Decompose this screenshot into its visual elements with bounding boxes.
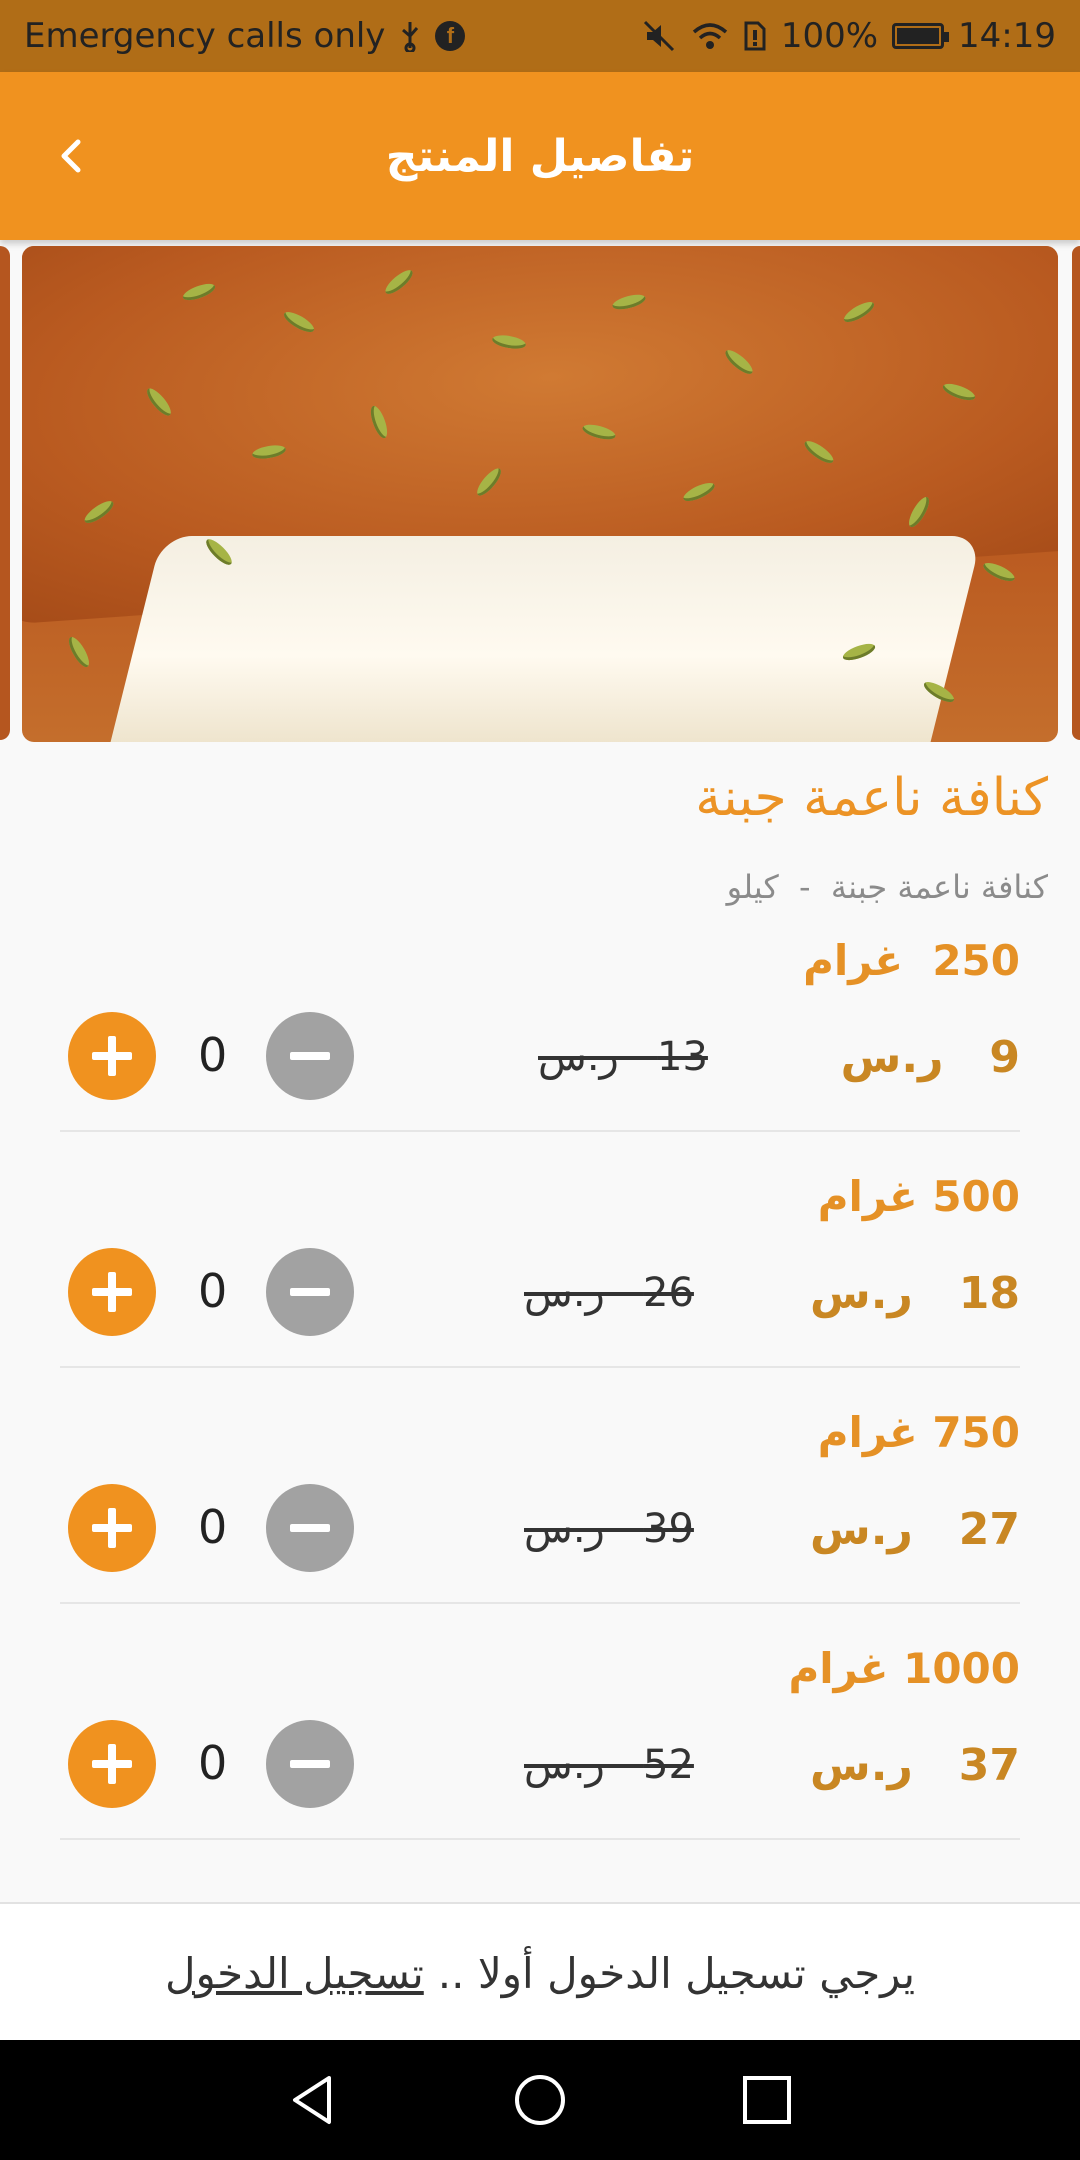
product-title: كنافة ناعمة جبنة [695,768,1048,828]
option-weight: 250 غرام [803,936,1020,985]
home-circle-icon [514,2075,565,2125]
facebook-icon: f [435,21,466,51]
option-price-now: 37 ر.س [810,1740,1020,1791]
recents-square-icon [742,2076,791,2124]
carrier-text: Emergency calls only [24,16,386,56]
weight-option: 500 غرام 18 ر.س 26 ر.س 0 [60,1166,1020,1368]
weight-option: 250 غرام 9 ر.س 13 ر.س 0 [60,930,1020,1132]
app-bar: تفاصيل المنتج [0,72,1080,240]
option-weight: 1000 غرام [788,1644,1020,1693]
minus-icon [290,1288,330,1296]
battery-percent: 100% [780,16,879,56]
plus-icon [92,1272,132,1312]
option-price-old: 26 ر.س [524,1270,694,1316]
chevron-left-icon [61,139,81,173]
decrease-quantity-button[interactable] [266,1248,354,1336]
option-divider [60,1602,1020,1604]
back-button[interactable] [40,124,104,188]
login-link[interactable]: تسجيل الدخول [165,1949,424,1998]
option-price-old: 13 ر.س [538,1034,708,1080]
option-weight: 500 غرام [817,1172,1020,1221]
option-price-old: 39 ر.س [524,1506,694,1552]
plus-icon [92,1744,132,1784]
back-triangle-icon [293,2076,332,2124]
status-right: 100% 14:19 [643,16,1056,56]
product-subtitle: كنافة ناعمة جبنة - كيلو [726,868,1048,906]
system-nav-bar [0,2040,1080,2160]
option-price-now: 9 ر.س [840,1032,1020,1083]
decrease-quantity-button[interactable] [266,1012,354,1100]
nav-recents-button[interactable] [727,2060,807,2140]
option-divider [60,1838,1020,1840]
carousel-prev-peek[interactable] [0,246,10,740]
option-divider [60,1130,1020,1132]
sim-icon [743,20,767,52]
weight-option: 1000 غرام 37 ر.س 52 ر.س 0 [60,1638,1020,1840]
quantity-value: 0 [198,1028,228,1082]
option-weight: 750 غرام [817,1408,1020,1457]
wifi-icon [691,20,729,52]
nav-home-button[interactable] [500,2060,580,2140]
increase-quantity-button[interactable] [68,1248,156,1336]
minus-icon [290,1524,330,1532]
plus-icon [92,1508,132,1548]
option-divider [60,1366,1020,1368]
increase-quantity-button[interactable] [68,1720,156,1808]
clock: 14:19 [958,16,1056,56]
usb-icon [399,20,421,52]
battery-icon [892,23,950,49]
login-prompt-text: يرجي تسجيل الدخول أولا .. [437,1948,916,1998]
increase-quantity-button[interactable] [68,1484,156,1572]
login-prompt-bar: يرجي تسجيل الدخول أولا .. تسجيل الدخول [0,1902,1080,2042]
nav-back-button[interactable] [273,2060,353,2140]
minus-icon [290,1760,330,1768]
quantity-value: 0 [198,1264,228,1318]
carousel-next-peek[interactable] [1072,246,1080,740]
option-price-old: 52 ر.س [524,1742,694,1788]
page-title: تفاصيل المنتج [385,130,695,182]
minus-icon [290,1052,330,1060]
increase-quantity-button[interactable] [68,1012,156,1100]
product-image-carousel[interactable] [0,244,1080,744]
product-image [22,246,1058,742]
status-left: Emergency calls only f [24,16,466,56]
plus-icon [92,1036,132,1076]
option-price-now: 18 ر.س [810,1268,1020,1319]
quantity-value: 0 [198,1500,228,1554]
decrease-quantity-button[interactable] [266,1484,354,1572]
decrease-quantity-button[interactable] [266,1720,354,1808]
quantity-value: 0 [198,1736,228,1790]
option-price-now: 27 ر.س [810,1504,1020,1555]
status-bar: Emergency calls only f 100% 14:19 [0,0,1080,72]
weight-option: 750 غرام 27 ر.س 39 ر.س 0 [60,1402,1020,1604]
mute-icon [643,20,677,52]
